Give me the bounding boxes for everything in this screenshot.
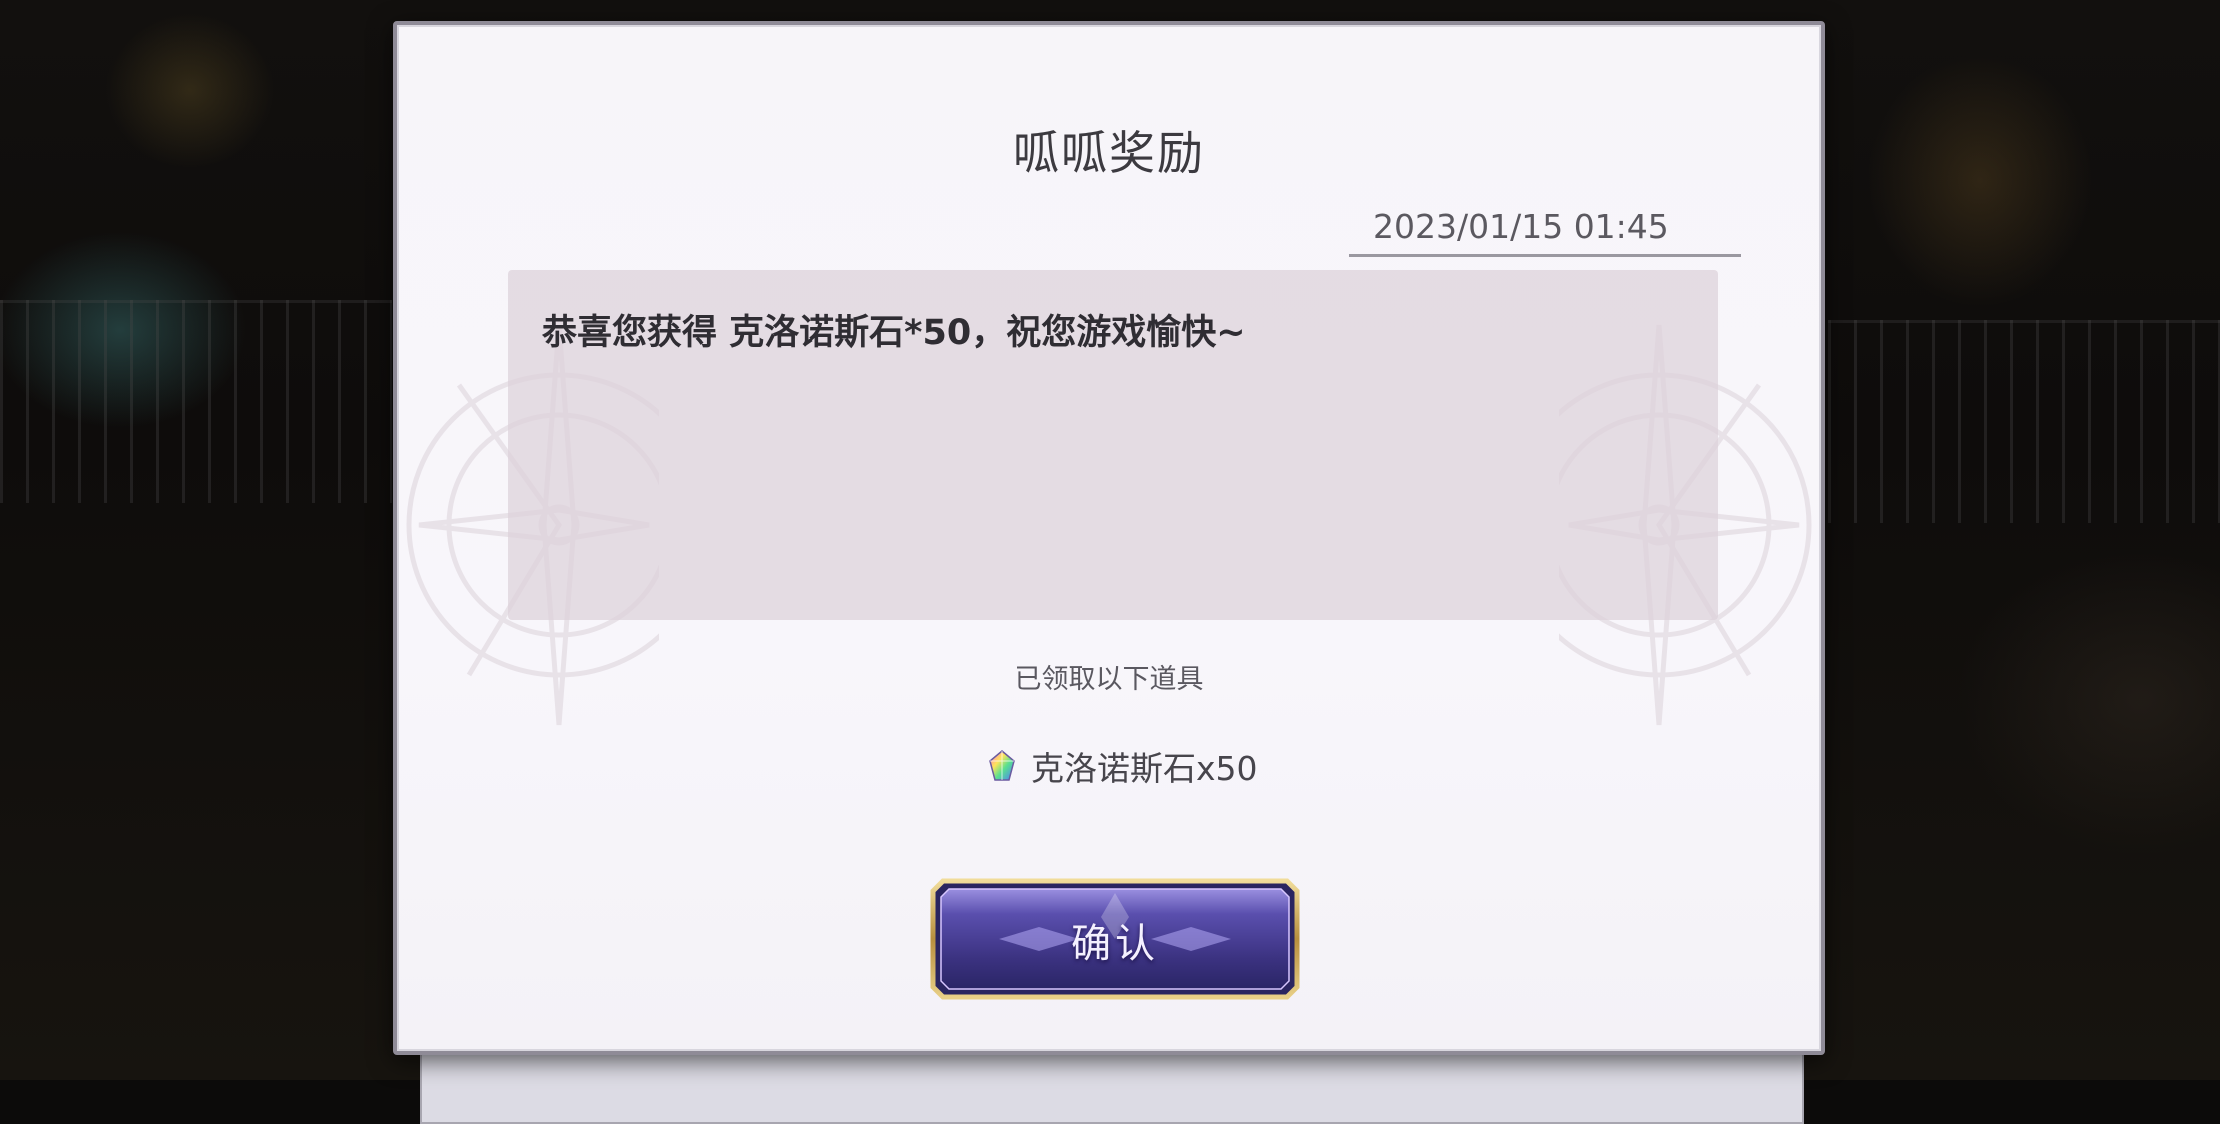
reward-label: 克洛诺斯石x50 bbox=[1031, 749, 1258, 788]
background-fence-right bbox=[1828, 320, 2220, 523]
dialog-title: 呱呱奖励 bbox=[1013, 126, 1205, 180]
crystal-gem-icon bbox=[989, 750, 1015, 781]
background-fence-left bbox=[0, 300, 392, 503]
confirm-button-label: 确认 bbox=[1071, 921, 1159, 967]
reward-item: 克洛诺斯石x50 bbox=[987, 741, 1258, 791]
confirm-button[interactable]: 确认 bbox=[929, 877, 1301, 1001]
message-text: 恭喜您获得 克洛诺斯石*50，祝您游戏愉快~ bbox=[542, 313, 1246, 353]
claimed-items-label: 已领取以下道具 bbox=[1014, 664, 1204, 695]
mail-date: 2023/01/15 01:45 bbox=[1349, 197, 1741, 257]
reward-dialog: 呱呱奖励 2023/01/15 01:45 恭喜您获得 克洛诺斯石*50，祝您游… bbox=[393, 21, 1825, 1055]
message-box: 恭喜您获得 克洛诺斯石*50，祝您游戏愉快~ bbox=[508, 270, 1718, 620]
